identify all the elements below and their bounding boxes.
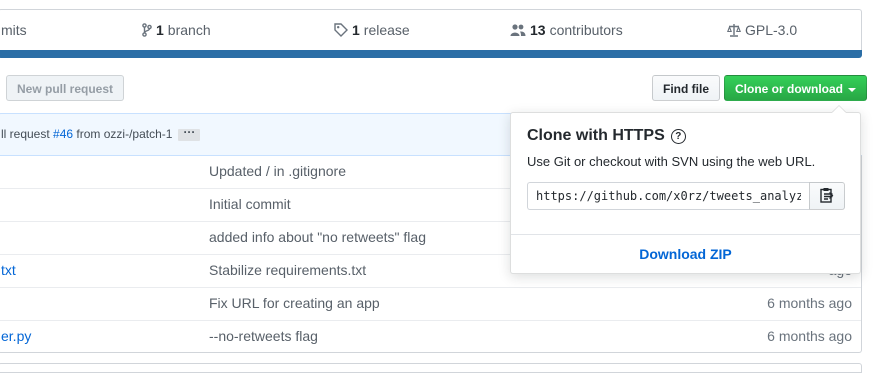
clone-url-input[interactable] bbox=[527, 182, 809, 210]
pull-request-link[interactable]: #46 bbox=[53, 127, 73, 141]
new-pull-request-button[interactable]: New pull request bbox=[6, 75, 125, 101]
contributors-label: contributors bbox=[549, 22, 623, 38]
commit-tease-message: ll request #46 from ozzi-/patch-1 ··· bbox=[1, 114, 201, 154]
release-count: 1 bbox=[352, 22, 360, 38]
release-label: release bbox=[363, 22, 410, 38]
language-bar bbox=[0, 50, 862, 58]
branch-label: branch bbox=[167, 22, 211, 38]
people-icon bbox=[510, 23, 526, 37]
commits-label: mits bbox=[1, 22, 27, 38]
contributors-link[interactable]: 13 contributors bbox=[510, 10, 623, 50]
readme-box-edge bbox=[0, 363, 862, 373]
commit-message-link[interactable]: --no-retweets flag bbox=[209, 321, 318, 352]
table-row: er.py --no-retweets flag 6 months ago bbox=[0, 320, 861, 352]
commits-link[interactable]: mits bbox=[1, 10, 27, 50]
clone-or-download-label: Clone or download bbox=[735, 82, 843, 96]
file-name-link[interactable]: er.py bbox=[1, 321, 31, 352]
commit-tease-prefix: ll request bbox=[1, 127, 54, 141]
commit-tease-suffix: from ozzi-/patch-1 bbox=[73, 127, 173, 141]
commit-message-link[interactable]: Updated / in .gitignore bbox=[209, 156, 346, 187]
contributors-count: 13 bbox=[530, 22, 546, 38]
license-link[interactable]: GPL-3.0 bbox=[727, 10, 797, 50]
clone-or-download-button[interactable]: Clone or download bbox=[724, 75, 867, 101]
question-icon[interactable]: ? bbox=[670, 128, 686, 144]
branch-count: 1 bbox=[156, 22, 164, 38]
expand-commit-button[interactable]: ··· bbox=[178, 126, 201, 141]
license-label: GPL-3.0 bbox=[745, 22, 798, 38]
commit-age: 6 months ago bbox=[767, 328, 852, 344]
releases-link[interactable]: 1 release bbox=[334, 10, 410, 50]
commit-message-link[interactable]: added info about "no retweets" flag bbox=[209, 222, 426, 253]
clone-title-text: Clone with HTTPS bbox=[527, 127, 665, 144]
numbers-summary: mits 1 branch 1 release 13 contributors … bbox=[0, 9, 862, 50]
download-zip-link[interactable]: Download ZIP bbox=[511, 235, 860, 273]
branches-link[interactable]: 1 branch bbox=[142, 10, 211, 50]
commit-age: 6 months ago bbox=[767, 295, 852, 311]
branch-icon bbox=[142, 23, 152, 37]
table-row: Fix URL for creating an app 6 months ago bbox=[0, 287, 861, 320]
commit-message-link[interactable]: Fix URL for creating an app bbox=[209, 288, 380, 319]
clone-popover: Clone with HTTPS ? Use Git or checkout w… bbox=[510, 112, 861, 274]
file-name-link[interactable]: txt bbox=[1, 255, 16, 286]
clone-description: Use Git or checkout with SVN using the w… bbox=[527, 154, 816, 169]
clone-popover-title: Clone with HTTPS ? bbox=[527, 127, 686, 145]
popover-arrow-fill bbox=[832, 106, 846, 113]
law-icon bbox=[727, 23, 741, 37]
clipboard-icon bbox=[820, 187, 834, 206]
commit-message-link[interactable]: Initial commit bbox=[209, 189, 291, 220]
commit-message-link[interactable]: Stabilize requirements.txt bbox=[209, 255, 366, 286]
copy-to-clipboard-button[interactable] bbox=[809, 182, 845, 210]
caret-down-icon bbox=[848, 87, 856, 92]
tag-icon bbox=[334, 23, 348, 37]
find-file-button[interactable]: Find file bbox=[652, 75, 720, 101]
